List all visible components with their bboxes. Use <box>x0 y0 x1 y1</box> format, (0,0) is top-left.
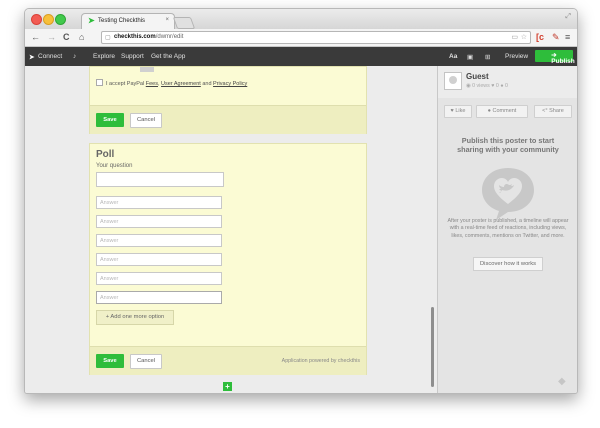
author-panel: Guest ◉ 0 views ♥ 0 ● 0 <box>438 66 577 98</box>
block-footer: Save Cancel <box>90 105 366 134</box>
nav-connect[interactable]: Connect <box>38 53 62 60</box>
fees-link[interactable]: Fees <box>146 81 158 87</box>
answer-input[interactable]: Answer <box>96 215 222 228</box>
image-tool-icon[interactable]: ▣ <box>467 53 473 61</box>
add-option-button[interactable]: + Add one more option <box>96 310 174 325</box>
tab-title: Testing Checkthis <box>98 18 146 24</box>
minimize-window-button[interactable] <box>43 14 54 25</box>
question-input[interactable] <box>96 172 224 187</box>
accept-terms-checkbox[interactable] <box>96 79 103 86</box>
privacy-policy-link[interactable]: Privacy Policy <box>213 81 247 87</box>
close-window-button[interactable] <box>31 14 42 25</box>
zoom-window-button[interactable] <box>55 14 66 25</box>
answer-input[interactable]: Answer <box>96 272 222 285</box>
guest-name: Guest <box>466 72 489 81</box>
answer-input[interactable]: Answer <box>96 196 222 209</box>
tab-close-icon[interactable]: × <box>165 17 169 23</box>
checkthis-logo-icon[interactable]: ➤ <box>29 53 34 61</box>
fullscreen-icon[interactable]: ⤢ <box>565 13 571 21</box>
nav-explore[interactable]: Explore <box>93 53 115 60</box>
preview-button[interactable]: Preview <box>505 53 528 60</box>
forward-arrow-icon[interactable]: → <box>47 31 56 43</box>
checkthis-watermark-icon: ◆ <box>558 376 566 387</box>
bell-icon[interactable]: ♪ <box>73 53 76 60</box>
user-agreement-link[interactable]: User Agreement <box>161 81 201 87</box>
block-footer: Save Cancel Application powered by check… <box>90 346 366 375</box>
browser-tab[interactable]: ➤ Testing Checkthis × <box>81 13 175 30</box>
avatar <box>444 72 462 90</box>
answer-input-active[interactable]: Answer <box>96 291 222 304</box>
page-action-icon[interactable]: ▭ <box>511 32 518 43</box>
heart-icon: ♥ <box>491 83 495 89</box>
menu-icon[interactable]: ≡ <box>565 31 570 43</box>
reload-icon[interactable]: C <box>63 31 70 43</box>
poster-stats: ◉ 0 views ♥ 0 ● 0 <box>466 83 508 89</box>
publish-button[interactable]: Publish ➔ <box>535 50 575 65</box>
save-button[interactable]: Save <box>96 354 124 368</box>
share-button[interactable]: <° Share <box>534 105 572 118</box>
twitter-heart-bubble-icon <box>482 168 534 220</box>
poll-title: Poll <box>96 149 115 160</box>
browser-window: ➤ Testing Checkthis × ⤢ ← → C ⌂ ▢ checkt… <box>24 8 578 394</box>
app-navbar: ➤ Connect ♪ Explore Support Get the App … <box>25 47 577 66</box>
extension-icon[interactable]: [c <box>536 31 544 43</box>
app-tool-icon[interactable]: ⊞ <box>485 53 490 61</box>
browser-toolbar: ← → C ⌂ ▢ checkthis.com/dwmr/edit ▭ ☆ [c… <box>25 29 577 47</box>
poll-block: Poll Your question Answer Answer Answer … <box>89 143 367 375</box>
cancel-button[interactable]: Cancel <box>130 113 162 128</box>
timeline-info: After your poster is published, a timeli… <box>447 218 569 239</box>
sidebar: Guest ◉ 0 views ♥ 0 ● 0 ♥ Like ● Comment… <box>437 66 577 393</box>
discover-button[interactable]: Discover how it works <box>473 257 543 271</box>
text-tool-icon[interactable]: Aa <box>449 53 457 60</box>
eye-icon: ◉ <box>466 83 471 89</box>
new-tab-button[interactable] <box>172 17 196 29</box>
save-button[interactable]: Save <box>96 113 124 127</box>
editor-canvas: I accept PayPal Fees, User Agreement and… <box>25 66 437 393</box>
wrench-icon[interactable]: ✎ <box>552 31 560 43</box>
comment-button[interactable]: ● Comment <box>476 105 528 118</box>
comment-icon: ● <box>500 83 504 89</box>
nav-get-app[interactable]: Get the App <box>151 53 185 60</box>
accept-terms-row: I accept PayPal Fees, User Agreement and… <box>96 79 247 87</box>
url-text: checkthis.com/dwmr/edit <box>114 34 184 40</box>
question-label: Your question <box>96 163 133 169</box>
back-arrow-icon[interactable]: ← <box>31 31 40 43</box>
paypal-block: I accept PayPal Fees, User Agreement and… <box>89 66 367 134</box>
add-block-button[interactable]: + <box>223 382 232 391</box>
checkthis-favicon-icon: ➤ <box>88 16 95 25</box>
like-button[interactable]: ♥ Like <box>444 105 472 118</box>
bookmark-star-icon[interactable]: ☆ <box>521 32 527 43</box>
nav-support[interactable]: Support <box>121 53 144 60</box>
home-icon[interactable]: ⌂ <box>79 31 84 43</box>
answer-input[interactable]: Answer <box>96 234 222 247</box>
sidebar-actions: ♥ Like ● Comment <° Share <box>438 103 577 119</box>
cancel-button[interactable]: Cancel <box>130 354 162 369</box>
browser-titlebar: ➤ Testing Checkthis × ⤢ <box>25 9 577 30</box>
page-icon: ▢ <box>105 35 111 41</box>
scrollbar-thumb[interactable] <box>431 307 434 387</box>
powered-by-text: Application powered by checkthis <box>281 358 360 364</box>
input-stub <box>140 67 154 72</box>
publish-prompt: Publish this poster to start sharing wit… <box>457 136 559 154</box>
answer-input[interactable]: Answer <box>96 253 222 266</box>
address-bar[interactable]: ▢ checkthis.com/dwmr/edit ▭ ☆ <box>101 31 531 44</box>
